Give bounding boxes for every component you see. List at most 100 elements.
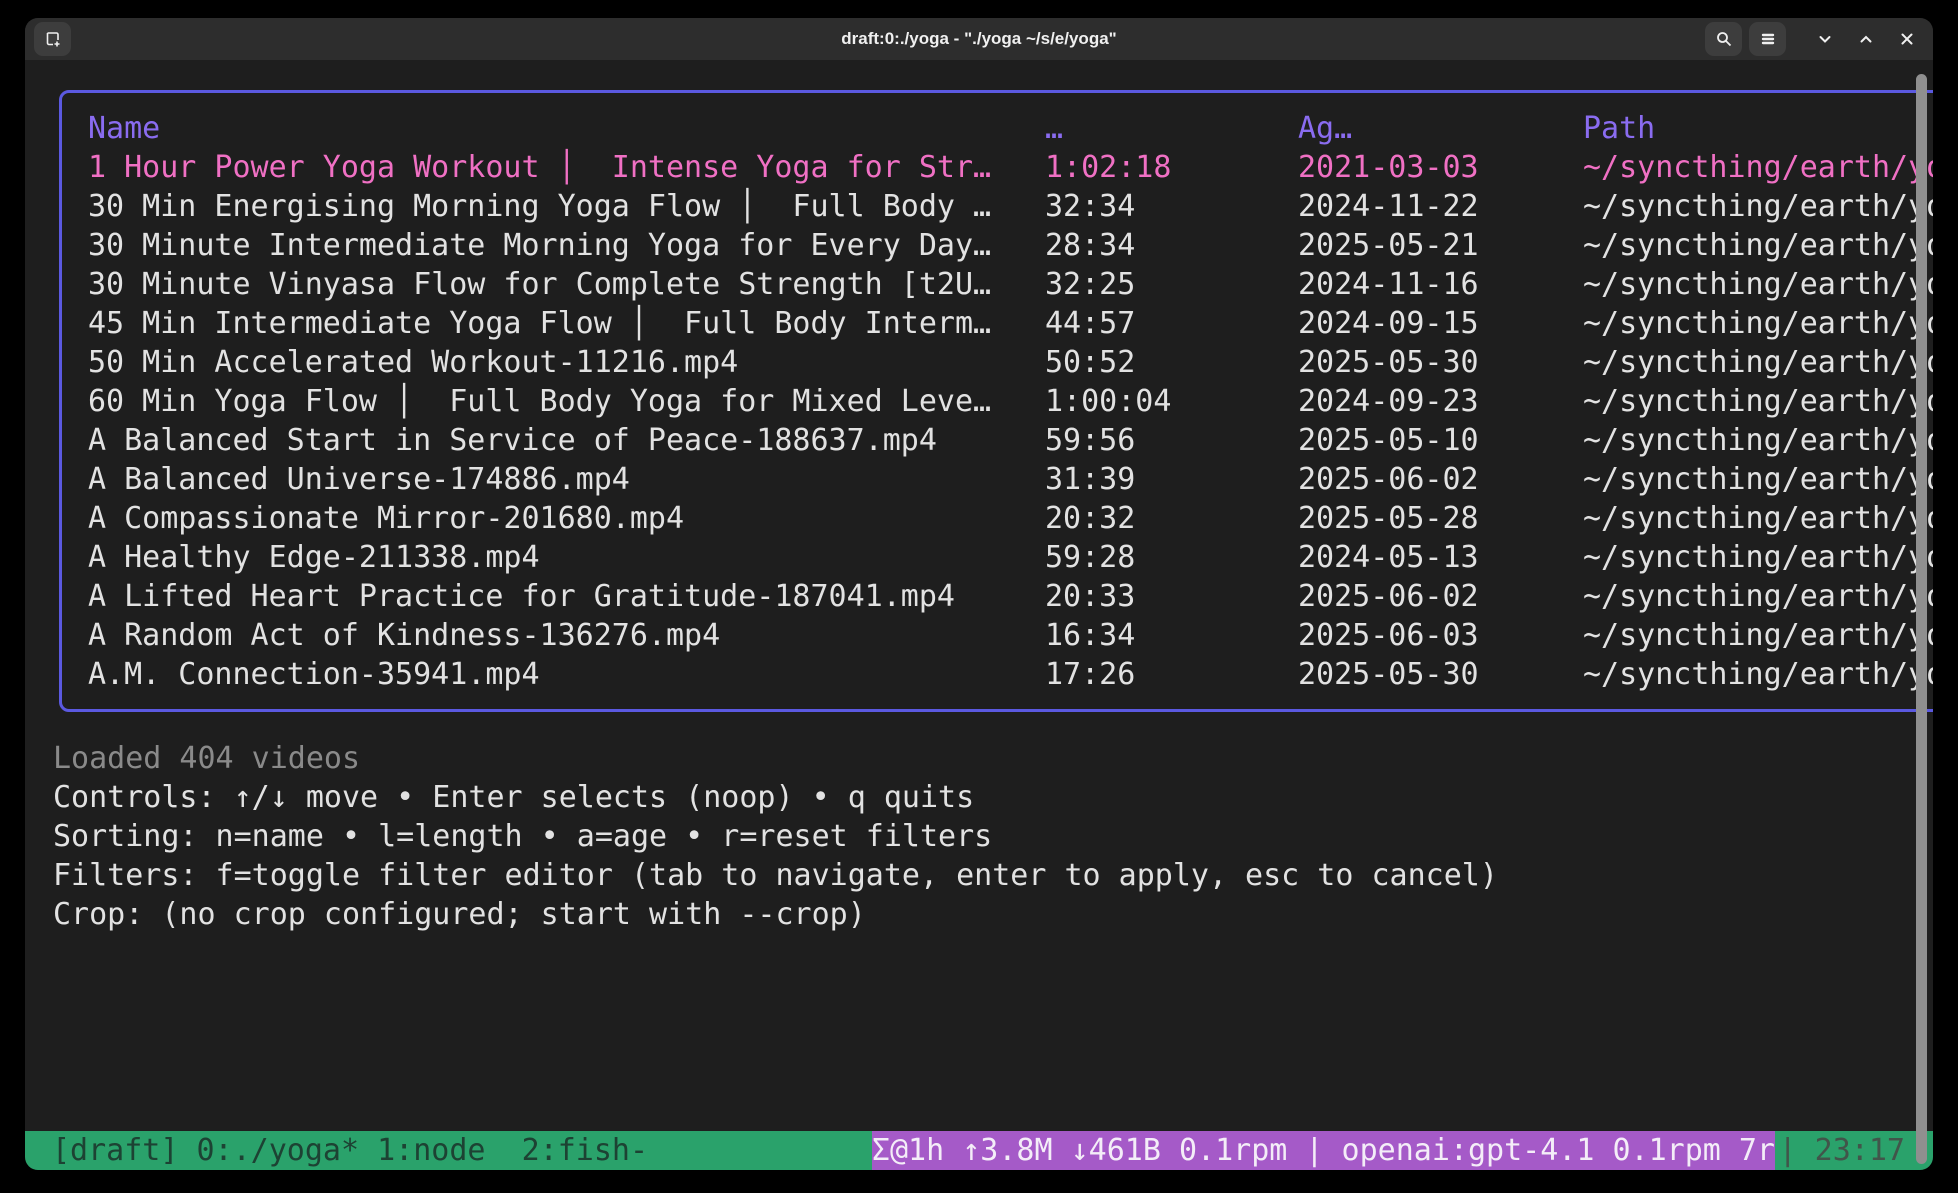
table-row[interactable]: 60 Min Yoga Flow │ Full Body Yoga for Mi… xyxy=(62,382,1933,421)
cell-path: ~/syncthing/earth/yo xyxy=(1583,265,1933,304)
status-line: Loaded 404 videos xyxy=(53,739,1498,778)
cell-path: ~/syncthing/earth/yo xyxy=(1583,187,1933,226)
cell-duration: 1:02:18 xyxy=(1045,148,1298,187)
cell-age: 2024-11-16 xyxy=(1298,265,1583,304)
cell-age: 2025-05-30 xyxy=(1298,655,1583,694)
cell-duration: 50:52 xyxy=(1045,343,1298,382)
tmux-stats-segment: Σ@1h ↑3.8M ↓461B 0.1rpm | openai:gpt-4.1… xyxy=(872,1131,1775,1170)
cell-path: ~/syncthing/earth/yo xyxy=(1583,343,1933,382)
tmux-clock: | 23:17 xyxy=(1775,1131,1933,1170)
cell-name: 30 Min Energising Morning Yoga Flow │ Fu… xyxy=(88,187,1045,226)
cell-name: 45 Min Intermediate Yoga Flow │ Full Bod… xyxy=(88,304,1045,343)
status-line: Controls: ↑/↓ move • Enter selects (noop… xyxy=(53,778,1498,817)
cell-name: 30 Minute Vinyasa Flow for Complete Stre… xyxy=(88,265,1045,304)
cell-name: A Random Act of Kindness-136276.mp4 xyxy=(88,616,1045,655)
cell-duration: 32:34 xyxy=(1045,187,1298,226)
cell-age: 2025-05-28 xyxy=(1298,499,1583,538)
status-text-block: Loaded 404 videosControls: ↑/↓ move • En… xyxy=(53,739,1498,934)
cell-age: 2024-05-13 xyxy=(1298,538,1583,577)
close-button[interactable] xyxy=(1890,22,1924,56)
cell-path: ~/syncthing/earth/yo xyxy=(1583,577,1933,616)
cell-age: 2024-11-22 xyxy=(1298,187,1583,226)
column-header-name[interactable]: Name xyxy=(88,109,1045,148)
table-row[interactable]: 30 Min Energising Morning Yoga Flow │ Fu… xyxy=(62,187,1933,226)
cell-name: A Healthy Edge-211338.mp4 xyxy=(88,538,1045,577)
table-row[interactable]: A Random Act of Kindness-136276.mp416:34… xyxy=(62,616,1933,655)
cell-duration: 32:25 xyxy=(1045,265,1298,304)
cell-age: 2025-06-02 xyxy=(1298,460,1583,499)
tmux-session-windows[interactable]: [draft] 0:./yoga* 1:node 2:fish- xyxy=(25,1131,648,1170)
cell-age: 2024-09-23 xyxy=(1298,382,1583,421)
chevron-up-icon xyxy=(1857,30,1875,48)
table-row[interactable]: 50 Min Accelerated Workout-11216.mp450:5… xyxy=(62,343,1933,382)
search-button[interactable] xyxy=(1705,22,1742,56)
table-row[interactable]: 1 Hour Power Yoga Workout │ Intense Yoga… xyxy=(62,148,1933,187)
cell-name: 30 Minute Intermediate Morning Yoga for … xyxy=(88,226,1045,265)
column-header-path[interactable]: Path xyxy=(1583,109,1933,148)
table-row[interactable]: A Lifted Heart Practice for Gratitude-18… xyxy=(62,577,1933,616)
tmux-spacer xyxy=(648,1131,872,1170)
cell-path: ~/syncthing/earth/yo xyxy=(1583,148,1933,187)
tmux-status-bar: [draft] 0:./yoga* 1:node 2:fish- Σ@1h ↑3… xyxy=(25,1131,1933,1170)
table-row[interactable]: A Compassionate Mirror-201680.mp420:3220… xyxy=(62,499,1933,538)
hamburger-menu-icon xyxy=(1759,30,1777,48)
new-tab-button[interactable] xyxy=(34,22,71,56)
search-icon xyxy=(1715,30,1733,48)
new-tab-icon xyxy=(44,30,62,48)
maximize-button[interactable] xyxy=(1849,22,1883,56)
cell-duration: 17:26 xyxy=(1045,655,1298,694)
cell-path: ~/syncthing/earth/yo xyxy=(1583,382,1933,421)
cell-age: 2024-09-15 xyxy=(1298,304,1583,343)
table-row[interactable]: 45 Min Intermediate Yoga Flow │ Full Bod… xyxy=(62,304,1933,343)
cell-duration: 59:56 xyxy=(1045,421,1298,460)
cell-duration: 1:00:04 xyxy=(1045,382,1298,421)
cell-duration: 44:57 xyxy=(1045,304,1298,343)
window-title: draft:0:./yoga - "./yoga ~/s/e/yoga" xyxy=(25,29,1933,49)
cell-duration: 28:34 xyxy=(1045,226,1298,265)
cell-age: 2025-06-03 xyxy=(1298,616,1583,655)
table-row[interactable]: A Balanced Start in Service of Peace-188… xyxy=(62,421,1933,460)
cell-path: ~/syncthing/earth/yo xyxy=(1583,226,1933,265)
table-row[interactable]: A Healthy Edge-211338.mp459:282024-05-13… xyxy=(62,538,1933,577)
cell-name: 1 Hour Power Yoga Workout │ Intense Yoga… xyxy=(88,148,1045,187)
cell-path: ~/syncthing/earth/yo xyxy=(1583,421,1933,460)
column-header-duration[interactable]: … xyxy=(1045,109,1298,148)
status-line: Filters: f=toggle filter editor (tab to … xyxy=(53,856,1498,895)
video-table: Name … Ag… Path 1 Hour Power Yoga Workou… xyxy=(59,90,1933,712)
cell-path: ~/syncthing/earth/yo xyxy=(1583,616,1933,655)
cell-age: 2025-05-10 xyxy=(1298,421,1583,460)
cell-name: A Balanced Start in Service of Peace-188… xyxy=(88,421,1045,460)
cell-duration: 20:32 xyxy=(1045,499,1298,538)
close-icon xyxy=(1898,30,1916,48)
menu-button[interactable] xyxy=(1749,22,1786,56)
cell-duration: 59:28 xyxy=(1045,538,1298,577)
status-line: Crop: (no crop configured; start with --… xyxy=(53,895,1498,934)
cell-path: ~/syncthing/earth/yo xyxy=(1583,655,1933,694)
cell-name: 60 Min Yoga Flow │ Full Body Yoga for Mi… xyxy=(88,382,1045,421)
cell-duration: 31:39 xyxy=(1045,460,1298,499)
table-body: 1 Hour Power Yoga Workout │ Intense Yoga… xyxy=(62,148,1933,694)
table-row[interactable]: A.M. Connection-35941.mp417:262025-05-30… xyxy=(62,655,1933,694)
cell-age: 2021-03-03 xyxy=(1298,148,1583,187)
table-row[interactable]: 30 Minute Intermediate Morning Yoga for … xyxy=(62,226,1933,265)
chevron-down-icon xyxy=(1816,30,1834,48)
cell-age: 2025-05-30 xyxy=(1298,343,1583,382)
minimize-button[interactable] xyxy=(1808,22,1842,56)
table-row[interactable]: 30 Minute Vinyasa Flow for Complete Stre… xyxy=(62,265,1933,304)
cell-name: 50 Min Accelerated Workout-11216.mp4 xyxy=(88,343,1045,382)
table-row[interactable]: A Balanced Universe-174886.mp431:392025-… xyxy=(62,460,1933,499)
cell-path: ~/syncthing/earth/yo xyxy=(1583,304,1933,343)
terminal-window: draft:0:./yoga - "./yoga ~/s/e/yoga" xyxy=(25,18,1933,1170)
cell-name: A Balanced Universe-174886.mp4 xyxy=(88,460,1045,499)
titlebar: draft:0:./yoga - "./yoga ~/s/e/yoga" xyxy=(25,18,1933,60)
cell-name: A Lifted Heart Practice for Gratitude-18… xyxy=(88,577,1045,616)
cell-path: ~/syncthing/earth/yo xyxy=(1583,499,1933,538)
terminal-scrollbar[interactable] xyxy=(1916,74,1927,1164)
terminal-content: Name … Ag… Path 1 Hour Power Yoga Workou… xyxy=(25,60,1933,1170)
cell-path: ~/syncthing/earth/yo xyxy=(1583,538,1933,577)
column-header-age[interactable]: Ag… xyxy=(1298,109,1583,148)
cell-age: 2025-06-02 xyxy=(1298,577,1583,616)
cell-name: A.M. Connection-35941.mp4 xyxy=(88,655,1045,694)
cell-duration: 20:33 xyxy=(1045,577,1298,616)
cell-path: ~/syncthing/earth/yo xyxy=(1583,460,1933,499)
